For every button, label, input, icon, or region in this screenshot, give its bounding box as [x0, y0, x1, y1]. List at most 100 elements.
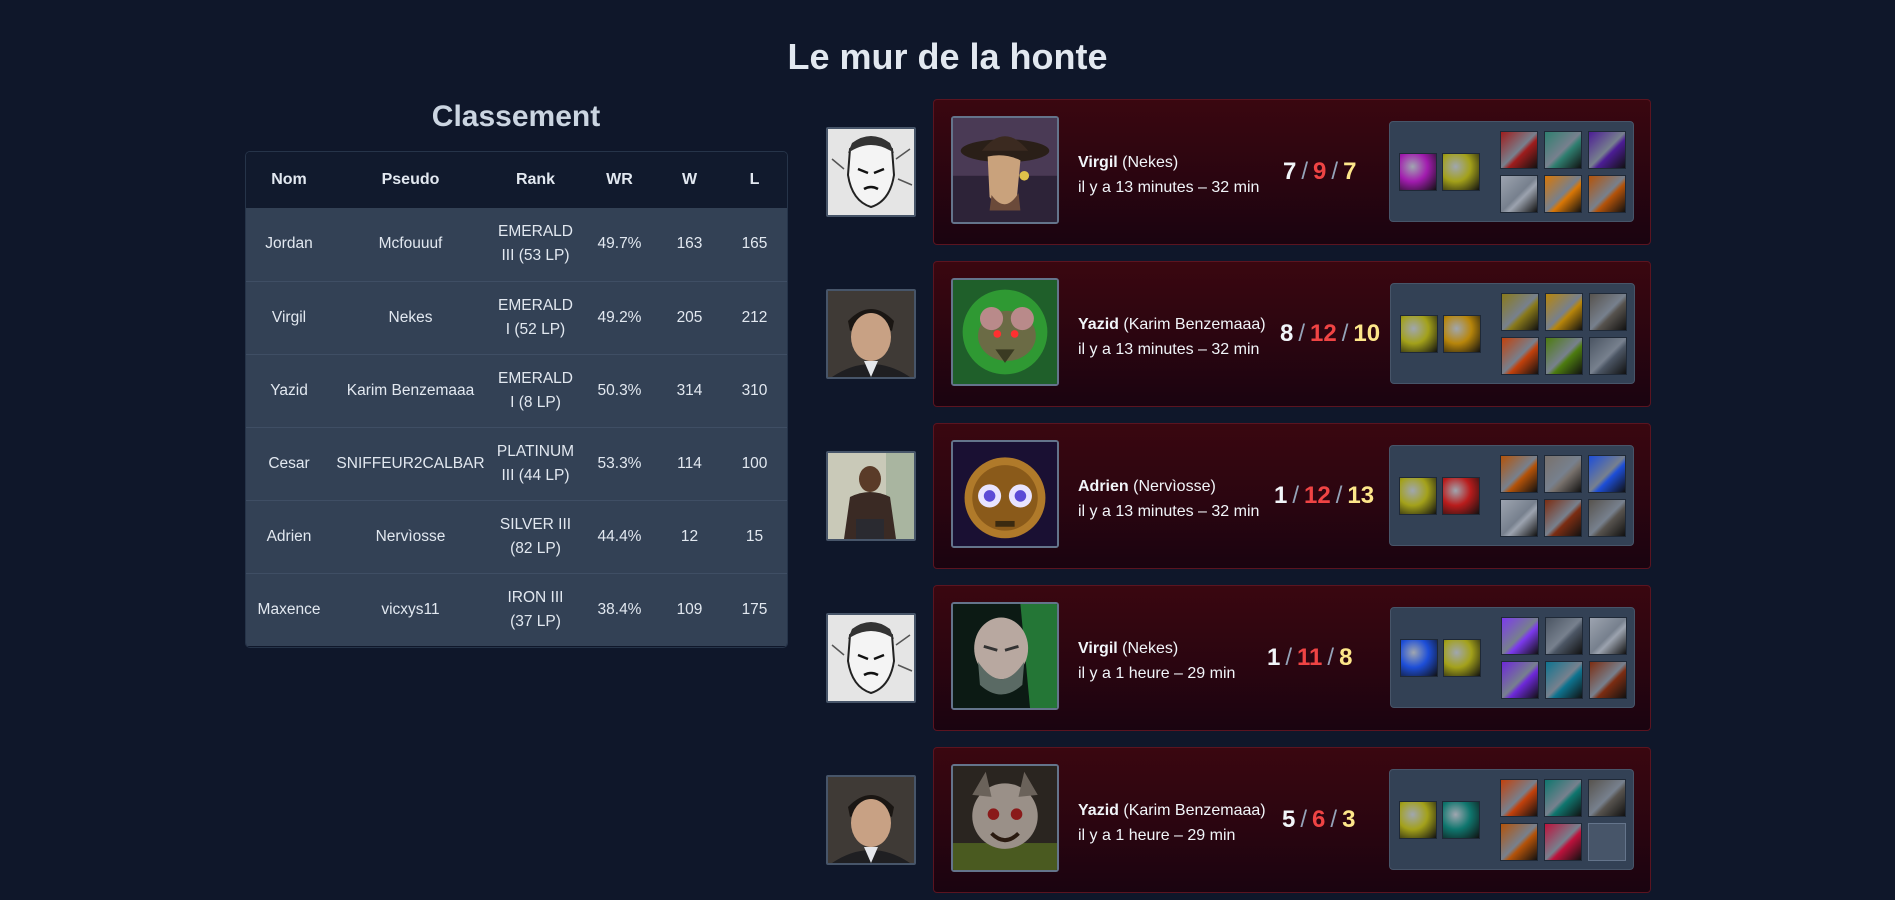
item-icon[interactable]: [1588, 499, 1626, 537]
summoner-spell-icon[interactable]: [1399, 153, 1437, 191]
item-icon[interactable]: [1501, 661, 1539, 699]
item-icon[interactable]: [1544, 499, 1582, 537]
item-icon[interactable]: [1588, 455, 1626, 493]
kda-score: 1/12/13: [1274, 482, 1374, 510]
item-icon[interactable]: [1500, 131, 1538, 169]
item-icon[interactable]: [1588, 131, 1626, 169]
summoner-spell-icon[interactable]: [1399, 477, 1437, 515]
column-header-pseudo[interactable]: Pseudo: [332, 152, 489, 208]
column-header-w[interactable]: W: [657, 152, 722, 208]
match-details: Yazid (Karim Benzemaaa) il y a 1 heure –…: [933, 747, 1651, 893]
summoner-spell-icon[interactable]: [1443, 639, 1481, 677]
item-icon[interactable]: [1500, 175, 1538, 213]
player-first-name: Virgil: [1078, 640, 1118, 657]
manga-portrait-icon: [826, 127, 916, 217]
player-pseudo: vicxys11: [332, 572, 489, 646]
player-losses: 310: [722, 353, 787, 427]
assists-value: 8: [1339, 644, 1353, 671]
match-time: il y a 13 minutes – 32 min: [1078, 503, 1260, 520]
rank-tier: EMERALD: [498, 369, 573, 387]
assists-value: 7: [1343, 158, 1357, 185]
column-header-wr[interactable]: WR: [582, 152, 657, 208]
match-info: Adrien (Nervìosse) il y a 13 minutes – 3…: [1078, 474, 1259, 524]
match-time: il y a 13 minutes – 32 min: [1078, 341, 1260, 358]
item-icon[interactable]: [1500, 823, 1538, 861]
player-winrate: 44.4%: [582, 499, 657, 573]
match-time: il y a 13 minutes – 32 min: [1078, 179, 1260, 196]
match-feed: Virgil (Nekes) il y a 13 minutes – 32 mi…: [826, 0, 1656, 900]
item-icon[interactable]: [1544, 823, 1582, 861]
item-icon[interactable]: [1545, 617, 1583, 655]
item-icon[interactable]: [1544, 131, 1582, 169]
deaths-value: 6: [1312, 806, 1326, 833]
summoner-spell-icon[interactable]: [1400, 315, 1438, 353]
item-icon[interactable]: [1588, 175, 1626, 213]
column-header-rank[interactable]: Rank: [489, 152, 582, 208]
man-portrait-icon: [826, 775, 916, 865]
kda-separator: /: [1330, 806, 1338, 833]
summoner-spell-icon[interactable]: [1442, 801, 1480, 839]
rank-tier: PLATINUM: [496, 442, 575, 460]
item-icon[interactable]: [1589, 337, 1627, 375]
item-icon[interactable]: [1589, 661, 1627, 699]
assists-value: 10: [1353, 320, 1381, 347]
item-icon[interactable]: [1500, 455, 1538, 493]
item-empty-slot[interactable]: [1588, 823, 1626, 861]
table-row: Jordan Mcfouuuf EMERALD III (53 LP) 49.7%…: [246, 208, 787, 281]
player-losses: 15: [722, 499, 787, 573]
player-name: Yazid: [246, 353, 332, 427]
player-name: Cesar: [246, 426, 332, 500]
assists-value: 13: [1347, 482, 1375, 509]
match-time: il y a 1 heure – 29 min: [1078, 665, 1236, 682]
summoner-spell-icon[interactable]: [1443, 315, 1481, 353]
summoner-spell-icon[interactable]: [1442, 477, 1480, 515]
item-icon[interactable]: [1545, 337, 1583, 375]
column-header-l[interactable]: L: [722, 152, 787, 208]
deaths-value: 9: [1313, 158, 1327, 185]
player-pseudo: Mcfouuuf: [378, 235, 443, 253]
table-row: Virgil Nekes EMERALD I (52 LP) 49.2% 205 …: [246, 280, 787, 354]
loadout-panel: [1389, 769, 1634, 870]
item-icon[interactable]: [1589, 293, 1627, 331]
player-winrate: 53.3%: [582, 426, 657, 500]
column-header-nom[interactable]: Nom: [246, 152, 332, 208]
table-row: Maxence vicxys11 IRON III (37 LP) 38.4% 1…: [246, 572, 787, 646]
kda-separator: /: [1285, 644, 1293, 671]
item-icon[interactable]: [1544, 175, 1582, 213]
rat-champion-icon: [951, 278, 1059, 386]
item-icon[interactable]: [1544, 779, 1582, 817]
leaderboard-table: Nom Pseudo Rank WR W L Jordan Mcfouuuf E…: [245, 151, 788, 648]
item-icon[interactable]: [1501, 337, 1539, 375]
summoner-spell-icon[interactable]: [1400, 639, 1438, 677]
match-card[interactable]: Virgil (Nekes) il y a 13 minutes – 32 mi…: [826, 99, 1656, 247]
match-details: Yazid (Karim Benzemaaa) il y a 13 minute…: [933, 261, 1651, 407]
kda-separator: /: [1301, 158, 1309, 185]
item-icon[interactable]: [1588, 779, 1626, 817]
item-icon[interactable]: [1544, 455, 1582, 493]
summoner-spell-icon[interactable]: [1399, 801, 1437, 839]
item-icon[interactable]: [1545, 293, 1583, 331]
match-card[interactable]: Adrien (Nervìosse) il y a 13 minutes – 3…: [826, 423, 1656, 571]
player-pseudo: (Karim Benzemaaa): [1123, 802, 1266, 819]
summoner-spell-icon[interactable]: [1442, 153, 1480, 191]
match-info: Virgil (Nekes) il y a 13 minutes – 32 mi…: [1078, 150, 1259, 200]
player-pseudo: Nervìosse: [332, 499, 489, 573]
item-icon[interactable]: [1501, 617, 1539, 655]
match-card[interactable]: Yazid (Karim Benzemaaa) il y a 13 minute…: [826, 261, 1656, 409]
match-card[interactable]: Yazid (Karim Benzemaaa) il y a 1 heure –…: [826, 747, 1656, 895]
player-wins: 163: [676, 235, 703, 253]
rank-division: III (53 LP): [501, 247, 570, 265]
cowboy-hat-champion-icon: [951, 116, 1059, 224]
item-icon[interactable]: [1500, 499, 1538, 537]
item-icon[interactable]: [1501, 293, 1539, 331]
rank-division: (82 LP): [510, 539, 561, 557]
kills-value: 5: [1282, 806, 1296, 833]
item-icon[interactable]: [1500, 779, 1538, 817]
match-card[interactable]: Virgil (Nekes) il y a 1 heure – 29 min 1…: [826, 585, 1656, 733]
man-portrait-icon: [826, 289, 916, 379]
item-icon[interactable]: [1589, 617, 1627, 655]
item-icon[interactable]: [1545, 661, 1583, 699]
player-rank: EMERALD III (53 LP): [489, 208, 582, 281]
kills-value: 7: [1283, 158, 1297, 185]
player-winrate: 38.4%: [582, 572, 657, 646]
